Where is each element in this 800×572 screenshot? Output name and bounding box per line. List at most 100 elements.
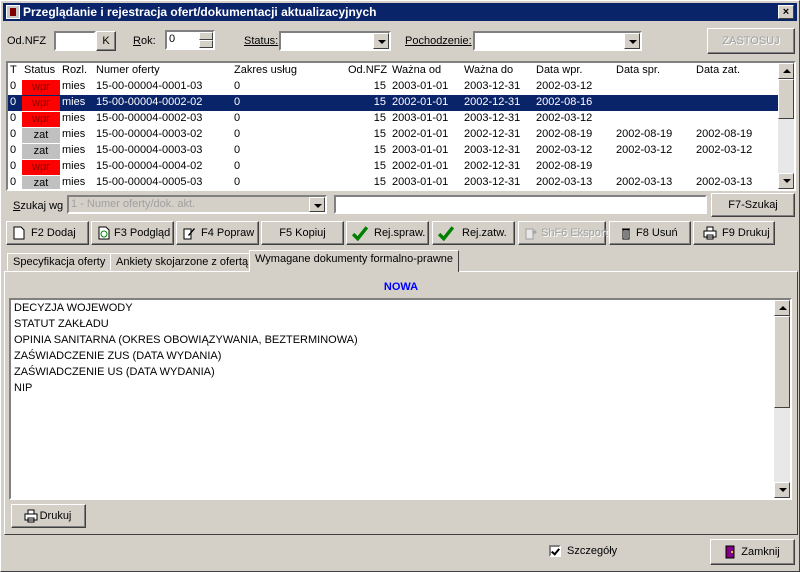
search-mode-select[interactable]: 1 - Numer oferty/dok. akt.	[67, 195, 327, 214]
register-approve-button[interactable]: Rej.zatw.	[432, 221, 515, 245]
cell-rozl: mies	[62, 96, 86, 108]
edit-button[interactable]: F4 Popraw	[176, 221, 259, 245]
cell-wpr: 2002-03-12	[536, 80, 593, 92]
odnfz-input[interactable]	[54, 31, 96, 51]
add-button-label: F2 Dodaj	[31, 227, 76, 239]
doc-line: NIP	[14, 382, 33, 394]
window-title: Przeglądanie i rejestracja ofert/dokumen…	[23, 5, 377, 19]
close-button[interactable]: Zamknij	[710, 539, 795, 565]
cell-numer: 15-00-00004-0005-03	[96, 176, 203, 188]
cell-zakres: 0	[234, 176, 241, 188]
register-check-button[interactable]: Rej.spraw.	[346, 221, 429, 245]
odnfz-lookup-button[interactable]: K	[96, 31, 116, 51]
cell-odnfz: 15	[373, 144, 386, 156]
chevron-down-icon[interactable]	[309, 197, 325, 212]
preview-button[interactable]: F3 Podgląd	[91, 221, 174, 245]
cell-spr: 2002-08-19	[616, 128, 673, 140]
close-window-button[interactable]: ×	[778, 5, 794, 19]
cell-rozl: mies	[62, 112, 86, 124]
scroll-down-icon[interactable]	[774, 482, 790, 498]
tab-dokumenty[interactable]: Wymagane dokumenty formalno-prawne	[249, 250, 459, 272]
add-button[interactable]: F2 Dodaj	[6, 221, 89, 245]
col-header-odnfz[interactable]: Od.NFZ	[348, 64, 387, 76]
offers-grid[interactable]: T Status Rozl. Numer oferty Zakres usług…	[6, 61, 796, 191]
rok-input[interactable]: 0	[165, 30, 215, 50]
spin-up-icon[interactable]	[199, 32, 213, 40]
cell-zakres: 0	[234, 160, 241, 172]
tab-ankiety[interactable]: Ankiety skojarzone z ofertą	[110, 253, 255, 271]
col-header-wazna-od[interactable]: Ważna od	[392, 64, 441, 76]
table-row[interactable]: zat 0 mies 15-00-00004-0003-03 0 15 2003-01-01…	[8, 143, 780, 159]
spin-down-icon[interactable]	[199, 40, 213, 48]
search-mode-value: 1 - Numer oferty/dok. akt.	[71, 198, 196, 210]
col-header-t[interactable]: T	[10, 64, 17, 76]
rok-spinner[interactable]	[199, 32, 213, 48]
chevron-down-icon[interactable]	[373, 33, 389, 49]
copy-button[interactable]: F5 Kopiuj	[261, 221, 344, 245]
col-header-status[interactable]: Status	[24, 64, 55, 76]
cell-wpr: 2002-08-19	[536, 128, 593, 140]
main-window: Przeglądanie i rejestracja ofert/dokumen…	[0, 0, 800, 572]
required-docs-memo[interactable]: DECYZJA WOJEWODY STATUT ZAKŁADU OPINIA S…	[9, 298, 792, 500]
col-header-numer[interactable]: Numer oferty	[96, 64, 160, 76]
scroll-thumb[interactable]	[778, 79, 794, 119]
cell-wpr: 2002-03-12	[536, 144, 593, 156]
cell-od: 2003-01-01	[392, 80, 449, 92]
grid-scrollbar[interactable]	[778, 63, 794, 189]
cell-od: 2003-01-01	[392, 176, 449, 188]
preview-button-label: F3 Podgląd	[114, 227, 171, 239]
scroll-thumb[interactable]	[774, 316, 790, 408]
tab-specyfikacja[interactable]: Specyfikacja oferty	[7, 253, 112, 271]
rok-value: 0	[169, 33, 176, 45]
scroll-down-icon[interactable]	[778, 173, 794, 189]
app-icon	[6, 5, 20, 19]
status-cell: wpr	[22, 80, 60, 95]
cell-do: 2003-12-31	[464, 112, 521, 124]
scroll-up-icon[interactable]	[778, 63, 794, 79]
table-row[interactable]: wpr 0 mies 15-00-00004-0002-02 0 15 2002-01-01…	[8, 95, 780, 111]
chevron-down-icon[interactable]	[624, 33, 640, 49]
col-header-zakres[interactable]: Zakres usług	[234, 64, 297, 76]
export-button-label: ShF6 Eksport	[541, 227, 608, 239]
close-button-label: Zamknij	[741, 546, 780, 558]
table-row[interactable]: wpr 0 mies 15-00-00004-0004-02 0 15 2002-01-01…	[8, 159, 780, 175]
export-icon	[525, 228, 538, 240]
cell-t: 0	[10, 144, 17, 156]
cell-t: 0	[10, 112, 17, 124]
delete-button[interactable]: F8 Usuń	[609, 221, 691, 245]
col-header-data-spr[interactable]: Data spr.	[616, 64, 660, 76]
cell-zakres: 0	[234, 128, 241, 140]
search-input[interactable]	[334, 195, 707, 214]
table-row[interactable]: wpr 0 mies 15-00-00004-0002-03 0 15 2003-01-01…	[8, 111, 780, 127]
cell-t: 0	[10, 80, 17, 92]
cell-rozl: mies	[62, 160, 86, 172]
apply-button[interactable]: ZASTOSUJ	[707, 28, 795, 54]
checkmark-icon	[352, 226, 368, 241]
col-header-data-zat[interactable]: Data zat.	[696, 64, 740, 76]
cell-odnfz: 15	[373, 112, 386, 124]
scroll-up-icon[interactable]	[774, 300, 790, 316]
cell-do: 2003-12-31	[464, 80, 521, 92]
col-header-wazna-do[interactable]: Ważna do	[464, 64, 513, 76]
status-select[interactable]	[279, 31, 391, 51]
cell-rozl: mies	[62, 128, 86, 140]
search-button[interactable]: F7-Szukaj	[711, 193, 795, 217]
print-docs-button[interactable]: Drukuj	[11, 504, 86, 528]
cell-odnfz: 15	[373, 176, 386, 188]
export-button[interactable]: ShF6 Eksport	[518, 221, 608, 245]
table-row[interactable]: wpr 0 mies 15-00-00004-0001-03 0 15 2003-01-01…	[8, 79, 780, 95]
table-row[interactable]: zat 0 mies 15-00-00004-0003-02 0 15 2002-01-01…	[8, 127, 780, 143]
details-label: Szczegóły	[567, 545, 618, 557]
trash-icon	[622, 228, 630, 240]
cell-wpr: 2002-03-12	[536, 112, 593, 124]
cell-zat: 2002-08-19	[696, 128, 753, 140]
print-list-button[interactable]: F9 Drukuj	[693, 221, 775, 245]
status-cell: wpr	[22, 96, 60, 111]
col-header-data-wpr[interactable]: Data wpr.	[536, 64, 582, 76]
table-row[interactable]: zat 0 mies 15-00-00004-0005-03 0 15 2003-01-01…	[8, 175, 780, 189]
cell-od: 2002-01-01	[392, 128, 449, 140]
col-header-rozl[interactable]: Rozl.	[62, 64, 87, 76]
details-checkbox[interactable]	[549, 545, 561, 557]
memo-scrollbar[interactable]	[774, 300, 790, 498]
pochodzenie-select[interactable]	[473, 31, 642, 51]
